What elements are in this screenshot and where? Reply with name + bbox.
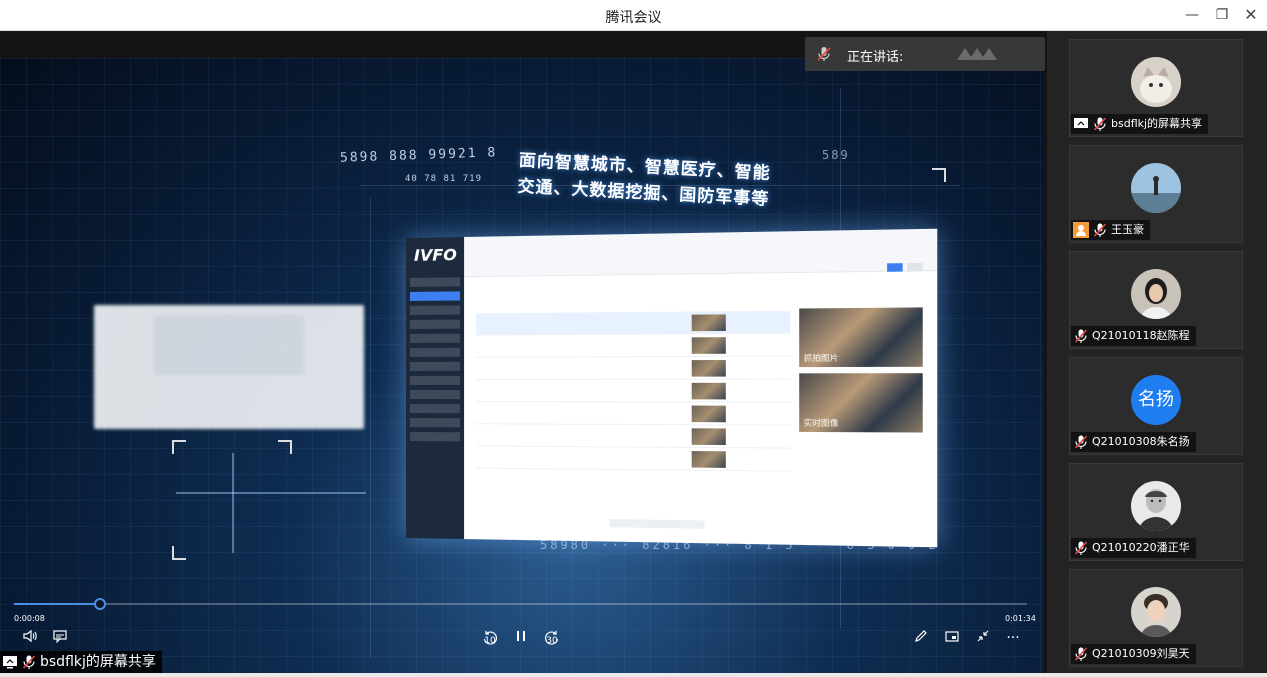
participant-name: Q21010309刘昊天 xyxy=(1092,647,1190,660)
more-button[interactable]: ··· xyxy=(1003,628,1023,648)
progress-fill xyxy=(14,603,101,605)
participant-name: bsdflkj的屏幕共享 xyxy=(1111,117,1203,130)
mic-muted-icon xyxy=(1074,541,1088,555)
hud-corner xyxy=(172,546,186,560)
avatar xyxy=(1131,587,1181,637)
hud-corner xyxy=(172,440,186,454)
caption-icon[interactable] xyxy=(50,628,70,648)
mic-muted-icon xyxy=(1074,435,1088,449)
deco-digits-right: 589 xyxy=(822,148,850,162)
mockup-sidebar: IVFO xyxy=(406,236,465,540)
blurred-dialog xyxy=(94,305,364,429)
speaking-indicator: 正在讲话: xyxy=(805,37,1045,71)
meeting-window: 腾讯会议 — ❐ ✕ ← 5898 888 99921 8 40 78 81 7… xyxy=(0,0,1267,677)
mic-muted-icon xyxy=(1074,329,1088,343)
participant-name: Q21010118赵陈程 xyxy=(1092,329,1190,342)
time-total: 0:01:34 xyxy=(1005,614,1036,623)
rewind-10-button[interactable]: 10 xyxy=(480,628,500,648)
avatar xyxy=(1131,481,1181,531)
mic-muted-icon xyxy=(1074,647,1088,661)
deco-digits-small: 40 78 81 719 xyxy=(405,174,483,184)
pause-icon[interactable] xyxy=(511,628,531,648)
screen-share-icon xyxy=(1074,118,1088,128)
participant-list: bsdflkj的屏幕共享 王玉豪 Q21010118赵陈程 名扬 Q210103… xyxy=(1047,31,1267,677)
minimize-button[interactable]: — xyxy=(1181,5,1203,25)
shared-video[interactable]: 5898 888 99921 8 40 78 81 719 58980 ··· … xyxy=(0,58,1043,676)
close-button[interactable]: ✕ xyxy=(1240,5,1262,25)
avatar: 名扬 xyxy=(1131,375,1181,425)
user-badge-icon xyxy=(1073,222,1089,238)
forward-30-button[interactable]: 30 xyxy=(542,628,562,648)
speaker-avatar-icon xyxy=(957,48,997,60)
participant-name: Q21010220潘正华 xyxy=(1092,541,1190,554)
avatar xyxy=(1131,269,1181,319)
mockup-pager xyxy=(609,519,705,529)
participant-tile[interactable]: 名扬 Q21010308朱名扬 xyxy=(1069,357,1243,455)
pen-icon[interactable] xyxy=(911,628,931,648)
avatar xyxy=(1131,57,1181,107)
progress-bar[interactable] xyxy=(14,598,1027,610)
window-title: 腾讯会议 xyxy=(605,10,662,26)
time-elapsed: 0:00:08 xyxy=(14,614,45,623)
screen-share-name: bsdflkj的屏幕共享 xyxy=(40,654,156,670)
participant-name-tag: 王玉豪 xyxy=(1071,220,1150,240)
participant-name-tag: Q21010118赵陈程 xyxy=(1071,326,1196,346)
deco-line xyxy=(370,198,371,658)
hud-crosshair-horizontal xyxy=(176,492,366,494)
speaking-label: 正在讲话: xyxy=(847,50,904,65)
hud-corner xyxy=(932,168,946,182)
volume-icon[interactable] xyxy=(20,628,40,648)
mockup-snapshot: 抓拍图片 xyxy=(799,307,923,368)
shrink-icon[interactable] xyxy=(973,628,993,648)
avatar xyxy=(1131,163,1181,213)
participant-name-tag: Q21010309刘昊天 xyxy=(1071,644,1196,664)
shared-screen-stage: ← 5898 888 99921 8 40 78 81 719 58980 ··… xyxy=(0,31,1047,677)
participant-tile[interactable]: 王玉豪 xyxy=(1069,145,1243,243)
mockup-topbar xyxy=(464,228,938,278)
participant-tile[interactable]: Q21010118赵陈程 xyxy=(1069,251,1243,349)
participant-tile[interactable]: Q21010220潘正华 xyxy=(1069,463,1243,561)
mockup-table xyxy=(476,310,791,472)
participant-tile[interactable]: Q21010309刘昊天 xyxy=(1069,569,1243,667)
mockup-live-image: 实时图像 xyxy=(799,373,923,433)
screen-share-icon xyxy=(3,656,17,669)
screen-share-label: bsdflkj的屏幕共享 xyxy=(0,651,162,673)
mic-muted-icon xyxy=(817,47,831,61)
participant-name-tag: Q21010308朱名扬 xyxy=(1071,432,1196,452)
mic-muted-icon xyxy=(22,655,36,669)
hud-corner xyxy=(278,440,292,454)
pip-icon[interactable] xyxy=(942,628,962,648)
mockup-logo: IVFO xyxy=(413,245,457,265)
progress-knob[interactable] xyxy=(94,598,107,610)
participant-name: Q21010308朱名扬 xyxy=(1092,435,1190,448)
title-bar: 腾讯会议 — ❐ ✕ xyxy=(0,0,1267,31)
participant-name-tag: Q21010220潘正华 xyxy=(1071,538,1196,558)
mic-muted-icon xyxy=(1093,117,1107,131)
participant-name: 王玉豪 xyxy=(1111,223,1144,236)
bottom-border xyxy=(0,673,1267,677)
participant-name-tag: bsdflkj的屏幕共享 xyxy=(1071,114,1209,134)
mockup-button xyxy=(907,262,923,272)
participant-tile[interactable]: bsdflkj的屏幕共享 xyxy=(1069,39,1243,137)
software-mockup-panel: IVFO 抓拍图片 实时图像 xyxy=(406,228,938,548)
mockup-button xyxy=(887,263,903,272)
mic-muted-icon xyxy=(1093,223,1107,237)
maximize-button[interactable]: ❐ xyxy=(1211,5,1233,25)
mockup-image-column: 抓拍图片 实时图像 xyxy=(799,307,927,439)
hud-crosshair-vertical xyxy=(232,453,234,553)
